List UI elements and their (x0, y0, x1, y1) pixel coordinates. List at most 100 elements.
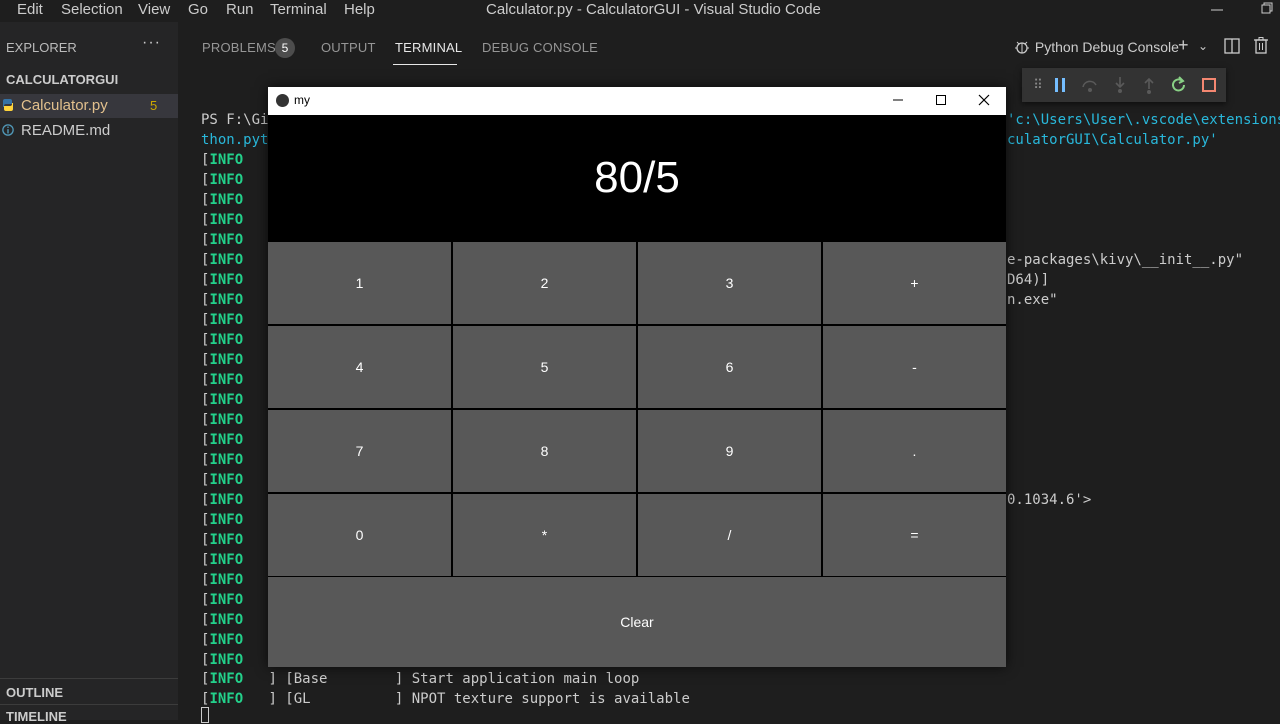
log-line: [INFO (201, 332, 244, 348)
calculator-titlebar[interactable]: my (268, 87, 1006, 115)
terminal-cursor (201, 707, 209, 723)
explorer-header: EXPLORER (6, 40, 77, 55)
calculator-title: my (294, 93, 310, 107)
terminal-prompt: PS F:\Gi (201, 112, 269, 128)
minimize-button[interactable] (1202, 0, 1232, 22)
log-line: [INFO (201, 632, 244, 648)
log-line: [INFO (201, 532, 244, 548)
tab-problems[interactable]: PROBLEMS (202, 40, 276, 55)
log-level: INFO (209, 652, 244, 668)
log-level: INFO (209, 212, 244, 228)
split-terminal-icon[interactable] (1224, 38, 1240, 54)
more-actions-icon[interactable]: ··· (142, 34, 161, 52)
log-level: INFO (209, 312, 244, 328)
key-eight-button[interactable]: 8 (453, 410, 636, 492)
log-line: [INFO (201, 472, 244, 488)
log-line: [INFO (201, 192, 244, 208)
log-level: INFO (209, 252, 244, 268)
log-line: [INFO (201, 552, 244, 568)
clear-button[interactable]: Clear (268, 577, 1006, 667)
add-terminal-icon[interactable]: + (1178, 35, 1189, 56)
file-item-readme[interactable]: README.md (0, 119, 178, 143)
debug-icon (1015, 41, 1029, 54)
step-out-icon (1144, 77, 1154, 94)
key-one-button[interactable]: 1 (268, 242, 451, 324)
terminal-fragment: 0.1034.6'> (1007, 492, 1092, 508)
terminal-fragment: culatorGUI\Calculator.py' (1007, 132, 1218, 148)
menu-run[interactable]: Run (226, 1, 254, 18)
minimize-icon (1211, 9, 1223, 11)
log-line: [INFO (201, 392, 244, 408)
menu-help[interactable]: Help (344, 1, 375, 18)
log-line: [INFO (201, 652, 244, 668)
log-level: INFO (209, 232, 244, 248)
calculator-close-button[interactable] (966, 90, 1002, 112)
log-line: [INFO (201, 232, 244, 248)
python-file-icon (3, 99, 13, 111)
folder-title[interactable]: CALCULATORGUI (6, 72, 118, 87)
key-zero-button[interactable]: 0 (268, 494, 451, 576)
terminal-fragment: D64)] (1007, 272, 1050, 288)
restore-button[interactable] (1252, 0, 1280, 22)
menu-edit[interactable]: Edit (17, 1, 43, 18)
trash-icon[interactable] (1253, 37, 1269, 54)
restart-icon[interactable] (1169, 75, 1189, 95)
calculator-minimize-button[interactable] (880, 90, 916, 112)
key-five-button[interactable]: 5 (453, 326, 636, 408)
log-line: [INFO (201, 512, 244, 528)
tab-terminal[interactable]: TERMINAL (395, 40, 462, 55)
active-tab-indicator (393, 64, 457, 65)
log-line: [INFO (201, 352, 244, 368)
log-line: [INFO (201, 312, 244, 328)
key-plus-button[interactable]: + (823, 242, 1006, 324)
outline-section[interactable]: OUTLINE (6, 685, 63, 700)
log-line: [INFO ] [GL ] NPOT texture support is av… (201, 691, 690, 707)
log-line: [INFO ] [Base ] Start application main l… (201, 671, 640, 687)
log-level: INFO (209, 612, 244, 628)
log-level: INFO (209, 372, 244, 388)
minimize-icon (893, 99, 903, 101)
key-multiply-button[interactable]: * (453, 494, 636, 576)
key-four-button[interactable]: 4 (268, 326, 451, 408)
log-level: INFO (209, 352, 244, 368)
log-level: INFO (209, 192, 244, 208)
log-level: INFO (209, 472, 244, 488)
menu-go[interactable]: Go (188, 1, 208, 18)
menu-selection[interactable]: Selection (61, 1, 123, 18)
log-line: [INFO (201, 412, 244, 428)
key-equals-button[interactable]: = (823, 494, 1006, 576)
log-level: INFO (209, 432, 244, 448)
key-two-button[interactable]: 2 (453, 242, 636, 324)
log-line: [INFO (201, 612, 244, 628)
key-minus-button[interactable]: - (823, 326, 1006, 408)
tab-debug-console[interactable]: DEBUG CONSOLE (482, 40, 598, 55)
log-line: [INFO (201, 252, 244, 268)
menu-terminal[interactable]: Terminal (270, 1, 327, 18)
restore-icon (1261, 2, 1273, 14)
key-three-button[interactable]: 3 (638, 242, 821, 324)
stop-icon[interactable] (1199, 75, 1219, 95)
log-level: INFO (209, 572, 244, 588)
title-bar: Edit Selection View Go Run Terminal Help… (0, 0, 1280, 22)
terminal-selector[interactable]: Python Debug Console (1013, 38, 1179, 56)
log-level: INFO (209, 592, 244, 608)
key-nine-button[interactable]: 9 (638, 410, 821, 492)
log-line: [INFO (201, 572, 244, 588)
tab-output[interactable]: OUTPUT (321, 40, 376, 55)
key-six-button[interactable]: 6 (638, 326, 821, 408)
calculator-maximize-button[interactable] (923, 90, 959, 112)
menu-view[interactable]: View (138, 1, 170, 18)
timeline-section[interactable]: TIMELINE (6, 709, 67, 724)
pause-icon[interactable] (1050, 75, 1070, 95)
divider (0, 678, 178, 679)
key-decimal-button[interactable]: . (823, 410, 1006, 492)
drag-handle-icon[interactable]: ⠿ (1028, 75, 1048, 95)
file-item-calculator[interactable]: Calculator.py 5 (0, 94, 178, 118)
key-divide-button[interactable]: / (638, 494, 821, 576)
log-line: [INFO (201, 592, 244, 608)
terminal-fragment: e-packages\kivy\__init__.py" (1007, 252, 1244, 268)
log-line: [INFO (201, 212, 244, 228)
key-seven-button[interactable]: 7 (268, 410, 451, 492)
chevron-down-icon[interactable]: ⌄ (1198, 39, 1208, 53)
log-level: INFO (209, 392, 244, 408)
